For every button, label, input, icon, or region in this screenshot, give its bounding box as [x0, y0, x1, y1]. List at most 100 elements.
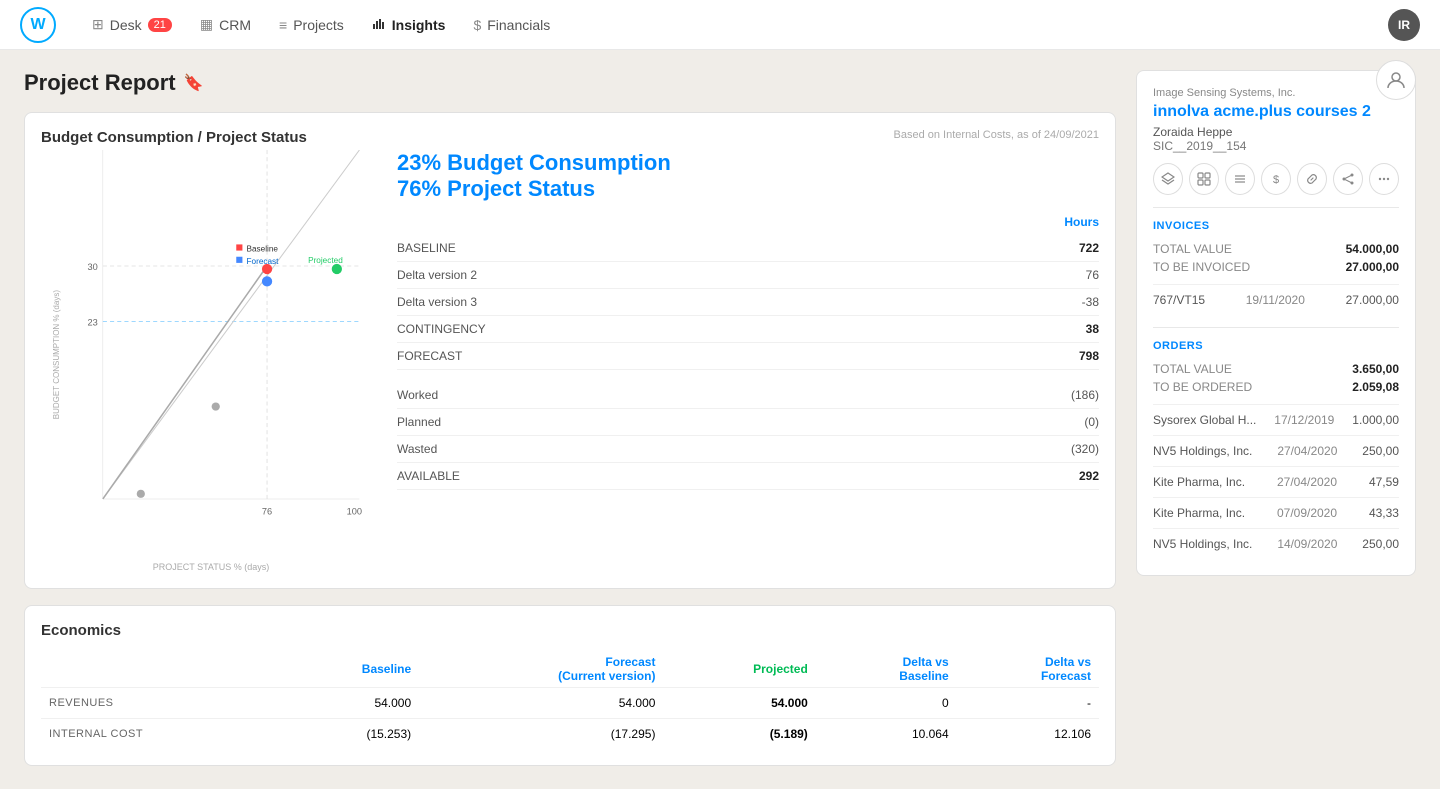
nav-label-financials: Financials	[487, 17, 550, 33]
inv-date: 19/11/2020	[1246, 293, 1305, 307]
nav-label-desk: Desk	[110, 17, 142, 33]
orders-tobe-label: TO BE ORDERED	[1153, 380, 1252, 394]
row-available: AVAILABLE 292	[397, 463, 1099, 490]
order-amount: 43,33	[1369, 506, 1399, 520]
order-detail-1[interactable]: NV5 Holdings, Inc. 27/04/2020 250,00	[1153, 435, 1399, 466]
crm-icon: ▦	[200, 16, 213, 33]
col-header-delta-f: Delta vsForecast	[957, 651, 1099, 688]
dollar-icon-btn[interactable]: $	[1261, 163, 1291, 195]
order-date: 27/04/2020	[1277, 444, 1337, 458]
main-content: Project Report 🔖 Budget Consumption / Pr…	[0, 50, 1440, 786]
row-label: Delta version 2	[397, 268, 477, 282]
econ-forecast: 54.000	[419, 688, 663, 719]
orders-section: ORDERS TOTAL VALUE 3.650,00 TO BE ORDERE…	[1153, 340, 1399, 559]
nav-item-insights[interactable]: Insights	[360, 10, 458, 39]
order-detail-4[interactable]: NV5 Holdings, Inc. 14/09/2020 250,00	[1153, 528, 1399, 559]
nav-item-financials[interactable]: $ Financials	[461, 11, 562, 39]
inv-tobe-value: 27.000,00	[1346, 260, 1399, 274]
econ-delta-b: 0	[816, 688, 957, 719]
desk-badge: 21	[148, 18, 172, 32]
orders-section-label: ORDERS	[1153, 340, 1399, 352]
budget-card-title: Budget Consumption / Project Status	[41, 129, 307, 146]
row-planned: Planned (0)	[397, 409, 1099, 436]
order-date: 14/09/2020	[1277, 537, 1337, 551]
order-ref: NV5 Holdings, Inc.	[1153, 537, 1252, 551]
inv-detail-0[interactable]: 767/VT15 19/11/2020 27.000,00	[1153, 284, 1399, 315]
economics-card: Economics Baseline Forecast(Current vers…	[24, 605, 1116, 766]
row-label: Worked	[397, 388, 438, 402]
budget-layout: BUDGET CONSUMPTION % (days)	[41, 150, 1099, 572]
econ-projected: (5.189)	[663, 719, 815, 750]
project-id: SIC__2019__154	[1153, 139, 1399, 153]
company-name: Image Sensing Systems, Inc.	[1153, 87, 1399, 99]
econ-baseline: (15.253)	[278, 719, 419, 750]
inv-total-value: 54.000,00	[1346, 242, 1399, 256]
row-baseline: BASELINE 722	[397, 235, 1099, 262]
order-ref: NV5 Holdings, Inc.	[1153, 444, 1252, 458]
row-value: 798	[1079, 349, 1099, 363]
inv-ref: 767/VT15	[1153, 293, 1205, 307]
row-value: 292	[1079, 469, 1099, 483]
row-value: (0)	[1084, 415, 1099, 429]
financials-icon: $	[473, 17, 481, 33]
orders-total-value: 3.650,00	[1352, 362, 1399, 376]
chart-area: BUDGET CONSUMPTION % (days)	[41, 150, 381, 572]
chart-point-projected	[332, 264, 342, 274]
logo[interactable]: W	[20, 7, 56, 43]
chart-point-forecast	[262, 276, 272, 286]
order-detail-0[interactable]: Sysorex Global H... 17/12/2019 1.000,00	[1153, 404, 1399, 435]
svg-text:100: 100	[347, 506, 362, 516]
row-delta2: Delta version 2 76	[397, 262, 1099, 289]
nav-item-crm[interactable]: ▦ CRM	[188, 10, 263, 39]
person-icon-button[interactable]	[1376, 60, 1416, 100]
insights-icon	[372, 16, 386, 33]
orders-tobe-row: TO BE ORDERED 2.059,08	[1153, 378, 1399, 396]
order-amount: 250,00	[1362, 444, 1399, 458]
econ-row-internal-cost: INTERNAL COST (15.253) (17.295) (5.189) …	[41, 719, 1099, 750]
divider-invoices	[1153, 207, 1399, 208]
page-title: Project Report	[24, 70, 176, 96]
layers-icon-btn[interactable]	[1153, 163, 1183, 195]
order-ref: Kite Pharma, Inc.	[1153, 475, 1245, 489]
grid-icon-btn[interactable]	[1189, 163, 1219, 195]
left-panel: Project Report 🔖 Budget Consumption / Pr…	[24, 70, 1116, 766]
projects-icon: ≡	[279, 17, 287, 33]
order-date: 27/04/2020	[1277, 475, 1337, 489]
svg-text:$: $	[1273, 174, 1279, 186]
row-label: Planned	[397, 415, 441, 429]
orders-total-row: TOTAL VALUE 3.650,00	[1153, 360, 1399, 378]
nav-item-desk[interactable]: ⊞ Desk 21	[80, 10, 184, 39]
economics-title: Economics	[41, 622, 1099, 639]
row-value: -38	[1082, 295, 1099, 309]
svg-text:23: 23	[87, 318, 97, 328]
list-icon-btn[interactable]	[1225, 163, 1255, 195]
row-label: BASELINE	[397, 241, 456, 255]
order-amount: 47,59	[1369, 475, 1399, 489]
econ-delta-f: -	[957, 688, 1099, 719]
user-avatar[interactable]: IR	[1388, 9, 1420, 41]
order-detail-2[interactable]: Kite Pharma, Inc. 27/04/2020 47,59	[1153, 466, 1399, 497]
share-icon-btn[interactable]	[1333, 163, 1363, 195]
row-value: 76	[1086, 268, 1099, 282]
svg-text:76: 76	[262, 506, 272, 516]
invoice-summary: TOTAL VALUE 54.000,00 TO BE INVOICED 27.…	[1153, 240, 1399, 276]
budget-chart: 30 23 76 100	[71, 150, 381, 540]
row-value: (186)	[1071, 388, 1099, 402]
bookmark-icon[interactable]: 🔖	[184, 73, 204, 93]
nav-item-projects[interactable]: ≡ Projects	[267, 11, 356, 39]
right-panel: Image Sensing Systems, Inc. innolva acme…	[1136, 70, 1416, 766]
order-amount: 250,00	[1362, 537, 1399, 551]
col-header-forecast: Forecast(Current version)	[419, 651, 663, 688]
budget-summary: 23% Budget Consumption 76% Project Statu…	[397, 150, 1099, 203]
order-ref: Sysorex Global H...	[1153, 413, 1256, 427]
svg-text:30: 30	[87, 262, 97, 272]
more-icon-btn[interactable]	[1369, 163, 1399, 195]
divider-orders	[1153, 327, 1399, 328]
econ-label: REVENUES	[41, 688, 278, 719]
row-delta3: Delta version 3 -38	[397, 289, 1099, 316]
row-spacer	[397, 370, 1099, 382]
order-detail-3[interactable]: Kite Pharma, Inc. 07/09/2020 43,33	[1153, 497, 1399, 528]
econ-delta-f: 12.106	[957, 719, 1099, 750]
link-icon-btn[interactable]	[1297, 163, 1327, 195]
order-date: 17/12/2019	[1274, 413, 1334, 427]
